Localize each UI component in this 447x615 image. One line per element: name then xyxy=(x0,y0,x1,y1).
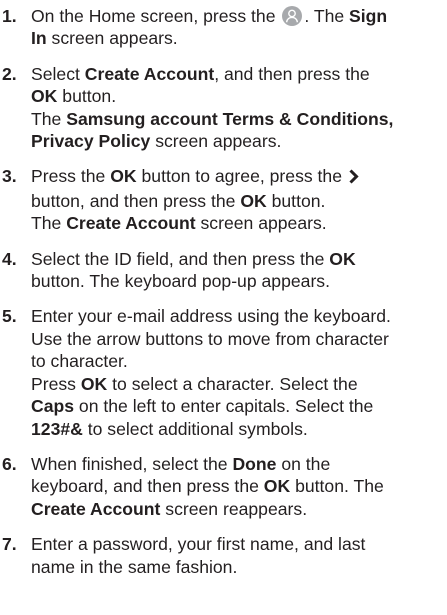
step-text-line: Create Account screen reappears. xyxy=(31,498,447,520)
step-number: 7. xyxy=(2,534,17,555)
step-2: 2. Select Create Account, and then press … xyxy=(0,63,447,153)
emphasized-term: Privacy Policy xyxy=(31,131,151,152)
step-3: 3. Press the OK button to agree, press th… xyxy=(0,165,447,234)
step-text: button. The keyboard pop-up appears. xyxy=(31,271,330,292)
person-icon xyxy=(282,6,303,26)
step-number: 4. xyxy=(2,248,17,269)
chevron-right-icon xyxy=(348,167,359,189)
emphasized-term: Create Account xyxy=(66,213,196,234)
step-text-line: Enter a password, your first name, and l… xyxy=(31,533,447,555)
step-text: button. xyxy=(266,190,326,211)
step-6: 6. When finished, select the Done on the k… xyxy=(0,453,447,520)
step-text-line: name in the same fashion. xyxy=(31,556,447,578)
emphasized-term: 123#& xyxy=(31,418,83,439)
emphasized-term: OK xyxy=(110,166,137,187)
step-text: Press xyxy=(31,373,81,394)
step-number: 6. xyxy=(2,453,17,474)
step-text-line: button, and then press the OK button. xyxy=(31,190,447,212)
emphasized-term: Done xyxy=(232,453,277,474)
step-number: 5. xyxy=(2,306,17,327)
step-text: Select the ID field, and then press the xyxy=(31,248,330,269)
step-text: The xyxy=(31,213,67,234)
step-number: 2. xyxy=(2,63,17,84)
step-text-line: Select the ID field, and then press the … xyxy=(31,248,447,270)
step-text-line: Press OK to select a character. Select t… xyxy=(31,373,447,395)
step-text: screen reappears. xyxy=(160,498,308,519)
emphasized-term: OK xyxy=(240,190,267,211)
step-text-line: The Samsung account Terms & Conditions, xyxy=(31,108,447,130)
step-text: Enter your e-mail address using the keyb… xyxy=(31,306,391,327)
step-text: button to agree, press the xyxy=(136,166,347,187)
emphasized-term: OK xyxy=(263,476,291,497)
step-text-line: OK button. xyxy=(31,85,447,107)
step-text: keyboard, and then press the xyxy=(31,476,264,497)
step-text-line: Use the arrow buttons to move from chara… xyxy=(31,328,447,350)
step-text: . The xyxy=(304,6,350,26)
step-text-line: 123#& to select additional symbols. xyxy=(31,418,447,440)
step-text: screen appears. xyxy=(150,131,282,152)
step-text-line: Press the OK button to agree, press the xyxy=(31,165,447,189)
step-text-line: Select Create Account, and then press th… xyxy=(31,63,447,85)
step-text: Use the arrow buttons to move from chara… xyxy=(31,328,389,349)
step-text-line: to character. xyxy=(31,350,447,372)
step-text: to select additional symbols. xyxy=(82,418,308,439)
step-text-line: button. The keyboard pop-up appears. xyxy=(31,270,447,292)
step-text: to select a character. Select the xyxy=(107,373,358,394)
emphasized-term: Samsung account Terms & Conditions, xyxy=(66,108,394,129)
step-number: 1. xyxy=(2,6,17,26)
step-text: The xyxy=(31,108,67,129)
step-text: button. xyxy=(57,86,117,107)
step-number: 3. xyxy=(2,166,17,187)
step-text: name in the same fashion. xyxy=(31,556,238,577)
emphasized-term: Caps xyxy=(31,396,75,417)
step-7: 7. Enter a password, your first name, and… xyxy=(0,533,447,578)
instruction-steps: 1. On the Home screen, press the . The Si… xyxy=(0,0,447,578)
step-text: to character. xyxy=(31,351,128,372)
step-text: On the Home screen, press the xyxy=(31,6,281,26)
emphasized-term: OK xyxy=(31,86,58,107)
step-text-line: On the Home screen, press the . The Sign xyxy=(31,5,447,27)
step-text: Enter a password, your first name, and l… xyxy=(31,534,366,555)
step-text-line: When finished, select the Done on the xyxy=(31,453,447,475)
emphasized-term: In xyxy=(31,28,47,49)
emphasized-term: Sign xyxy=(349,6,388,26)
step-text-line: Enter your e-mail address using the keyb… xyxy=(31,305,447,327)
step-1: 1. On the Home screen, press the . The Si… xyxy=(0,5,447,50)
step-text: Select xyxy=(31,63,85,84)
step-text: on the left to enter capitals. Select th… xyxy=(74,396,374,417)
emphasized-term: Create Account xyxy=(31,498,161,519)
step-5: 5. Enter your e-mail address using the ke… xyxy=(0,305,447,439)
emphasized-term: OK xyxy=(80,373,108,394)
step-text-line: In screen appears. xyxy=(31,27,447,49)
step-text: When finished, select the xyxy=(31,453,233,474)
step-text: screen appears. xyxy=(195,213,327,234)
step-text-line: Privacy Policy screen appears. xyxy=(31,130,447,152)
step-text-line: keyboard, and then press the OK button. … xyxy=(31,475,447,497)
step-text: , and then press the xyxy=(214,63,370,84)
step-text: on the xyxy=(276,453,331,474)
step-4: 4. Select the ID field, and then press th… xyxy=(0,248,447,293)
emphasized-term: Create Account xyxy=(84,63,215,84)
step-text: button. The xyxy=(290,476,384,497)
step-text-line: Caps on the left to enter capitals. Sele… xyxy=(31,395,447,417)
step-text: screen appears. xyxy=(46,28,178,49)
step-text: button, and then press the xyxy=(31,190,241,211)
step-text: Press the xyxy=(31,166,111,187)
step-text-line: The Create Account screen appears. xyxy=(31,212,447,234)
emphasized-term: OK xyxy=(329,248,356,269)
